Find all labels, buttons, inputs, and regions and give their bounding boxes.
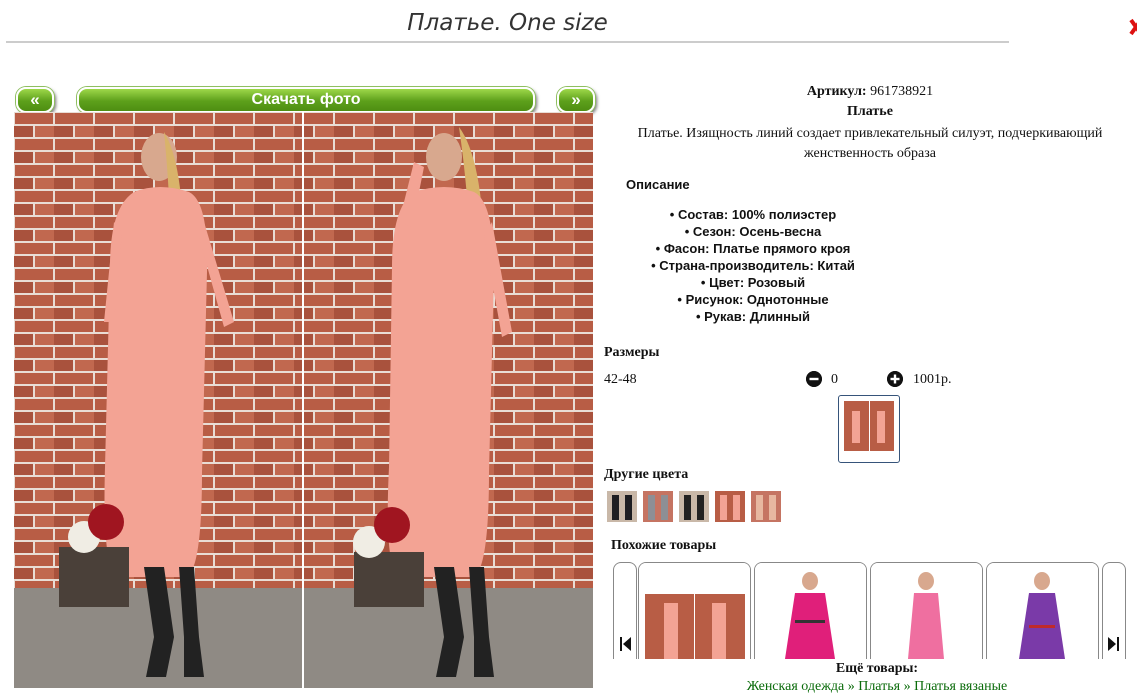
price-value: 1001р. xyxy=(913,372,952,387)
sizes-heading: Размеры xyxy=(604,345,660,360)
thumbnail-image xyxy=(844,401,894,451)
article-value: 961738921 xyxy=(870,84,934,99)
product-thumbnail xyxy=(755,563,866,659)
other-colors-heading: Другие цвета xyxy=(604,467,689,482)
more-products-heading: Ещё товары: xyxy=(835,661,919,676)
download-photo-button[interactable]: Скачать фото xyxy=(77,87,535,113)
property-item: • Сезон: Осень-весна xyxy=(684,224,822,239)
prev-photo-button[interactable]: « xyxy=(16,87,54,113)
title-divider xyxy=(6,41,1009,43)
property-item: • Рисунок: Однотонные xyxy=(677,292,829,307)
skip-back-icon xyxy=(620,637,631,651)
color-option[interactable] xyxy=(679,491,709,522)
close-icon[interactable] xyxy=(1127,12,1137,42)
skip-forward-icon xyxy=(1108,637,1119,651)
similar-product-card[interactable] xyxy=(638,562,751,659)
next-photo-button[interactable]: » xyxy=(557,87,595,113)
carousel-next-button[interactable] xyxy=(1102,562,1126,659)
property-list: • Состав: 100% полиэстер • Сезон: Осень-… xyxy=(603,206,903,325)
color-option[interactable] xyxy=(715,491,745,522)
minus-circle-icon[interactable] xyxy=(806,371,822,387)
product-thumbnail xyxy=(987,563,1098,659)
color-option[interactable] xyxy=(751,491,781,522)
similar-product-card[interactable] xyxy=(986,562,1099,659)
article-label: Артикул: xyxy=(806,84,867,99)
product-thumbnail xyxy=(871,563,982,659)
property-item: • Фасон: Платье прямого кроя xyxy=(655,241,851,256)
color-option[interactable] xyxy=(607,491,637,522)
similar-product-card[interactable] xyxy=(754,562,867,659)
product-thumbnail xyxy=(639,563,750,659)
property-item: • Страна-производитель: Китай xyxy=(651,258,855,273)
product-photo[interactable] xyxy=(14,112,593,688)
color-option[interactable] xyxy=(643,491,673,522)
page-title: Платье. One size xyxy=(407,10,608,36)
size-label: 42-48 xyxy=(604,372,637,387)
property-item: • Рукав: Длинный xyxy=(695,309,811,324)
product-description: Платье. Изящность линий создает привлека… xyxy=(637,126,1103,161)
selected-photo-thumbnail[interactable] xyxy=(838,395,900,463)
article-line: Артикул: 961738921 xyxy=(603,84,1137,100)
product-name: Платье xyxy=(847,104,893,119)
plus-circle-icon[interactable] xyxy=(887,371,903,387)
similar-heading: Похожие товары xyxy=(611,538,717,553)
carousel-prev-button[interactable] xyxy=(613,562,637,659)
quantity-value[interactable]: 0 xyxy=(831,372,838,388)
category-breadcrumb-link[interactable]: Женская одежда » Платья » Платья вязаные xyxy=(603,679,1137,695)
similar-product-card[interactable] xyxy=(870,562,983,659)
property-item: • Состав: 100% полиэстер xyxy=(669,207,837,222)
description-heading: Описание xyxy=(626,177,690,192)
property-item: • Цвет: Розовый xyxy=(700,275,806,290)
